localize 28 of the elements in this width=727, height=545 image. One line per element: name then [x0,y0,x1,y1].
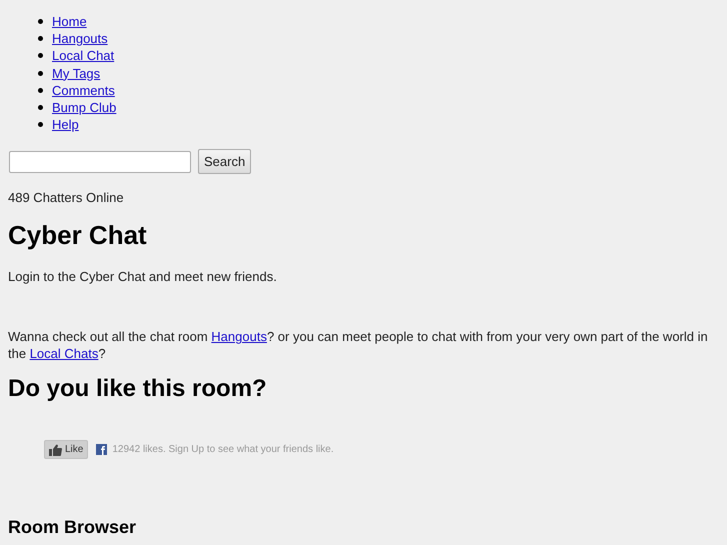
bullet-icon [38,88,43,93]
bullet-icon [38,19,43,24]
like-button[interactable]: Like [44,440,88,460]
hangouts-link[interactable]: Hangouts [211,329,267,344]
bullet-icon [38,53,43,58]
section-heading: Room Browser [8,517,138,538]
intro-text: Login to the Cyber Chat and meet new friends. [8,269,278,284]
bullet-icon [38,36,43,42]
nav-link[interactable]: Bump Club [52,100,116,116]
page-title: Cyber Chat [8,220,148,252]
nav-link[interactable]: Home [52,14,87,30]
bullet-icon [38,70,43,76]
nav-link[interactable]: Comments [52,82,115,98]
nav-link[interactable]: Hangouts [52,31,108,46]
online-count: 489 Chatters Online [8,190,125,206]
paragraph: Wanna check out all the chat room Hangouts? or you can meet people to chat with from your very own part of the world in the Local Chats? [8,328,709,362]
local-chats-link[interactable]: Local Chats [30,346,98,362]
thumbs-up-icon [49,444,62,456]
nav-link[interactable]: My Tags [52,66,100,81]
facebook-icon [96,444,108,456]
search-button[interactable]: Search [198,149,252,174]
nav-link[interactable]: Local Chat [52,48,114,64]
nav-link[interactable]: Help [52,117,79,132]
section-heading: Do you like this room? [8,375,268,404]
likes-text: 12942 likes. Sign Up to see what your friends like. [112,444,334,456]
search-field[interactable] [9,150,191,173]
bullet-icon [38,122,43,128]
bullet-icon [38,105,43,110]
